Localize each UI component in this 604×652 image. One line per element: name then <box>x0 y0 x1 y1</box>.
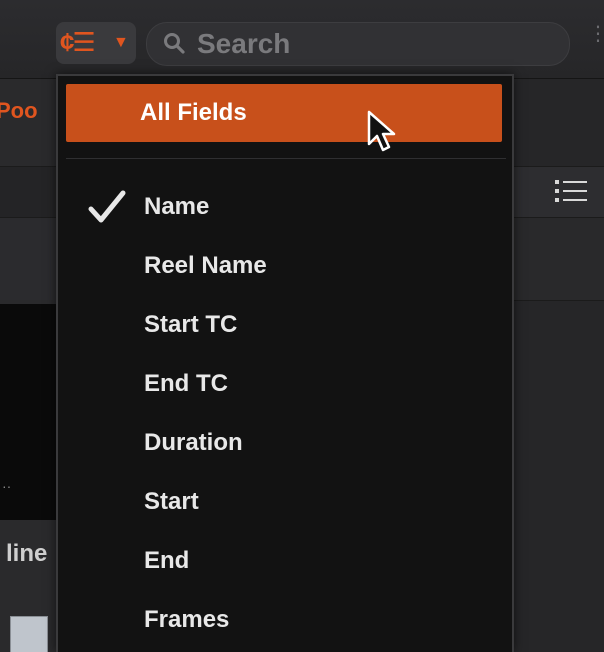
menu-divider <box>66 158 506 159</box>
menu-item-label: All Fields <box>140 99 247 126</box>
search-field[interactable]: Search <box>146 22 570 66</box>
menu-item-reel-name[interactable]: Reel Name <box>144 246 484 286</box>
left-toolbar-row <box>0 166 62 218</box>
checkmark-icon <box>88 190 126 223</box>
list-view-icon[interactable] <box>554 178 588 204</box>
menu-item-end[interactable]: End <box>144 541 484 581</box>
timeline-icon[interactable] <box>10 616 48 652</box>
menu-item-all-fields[interactable]: All Fields <box>66 84 502 142</box>
search-placeholder: Search <box>197 28 291 59</box>
menu-item-start[interactable]: Start <box>144 482 484 522</box>
right-panel <box>514 79 604 652</box>
thumbnail-dots: ·· <box>2 478 12 494</box>
menu-item-duration[interactable]: Duration <box>144 423 484 463</box>
chevron-down-icon: ▼ <box>113 34 129 51</box>
menu-item-name[interactable]: Name <box>144 187 484 227</box>
more-options-icon[interactable]: ⋮ <box>588 24 604 64</box>
search-fields-dropdown: All Fields Name Reel Name Start TC End T… <box>56 74 514 652</box>
search-filter-button[interactable]: ¢☰ ▼ <box>56 22 136 64</box>
mouse-pointer-icon <box>367 110 396 152</box>
toolbar: ¢☰ ▼ Search ⋮ <box>0 0 604 79</box>
menu-item-start-tc[interactable]: Start TC <box>144 305 484 345</box>
menu-item-frames[interactable]: Frames <box>144 600 484 640</box>
left-row-label: line <box>6 540 48 567</box>
media-pool-tab[interactable]: Poo <box>0 84 62 138</box>
menu-item-end-tc[interactable]: End TC <box>144 364 484 404</box>
left-header-row <box>0 218 62 300</box>
app-window: ¢☰ ▼ Search ⋮ Poo ·· line All Fields Nam… <box>0 0 604 652</box>
right-header-row <box>514 218 604 301</box>
search-icon <box>164 33 185 54</box>
filter-options-icon: ¢☰ <box>60 27 96 57</box>
